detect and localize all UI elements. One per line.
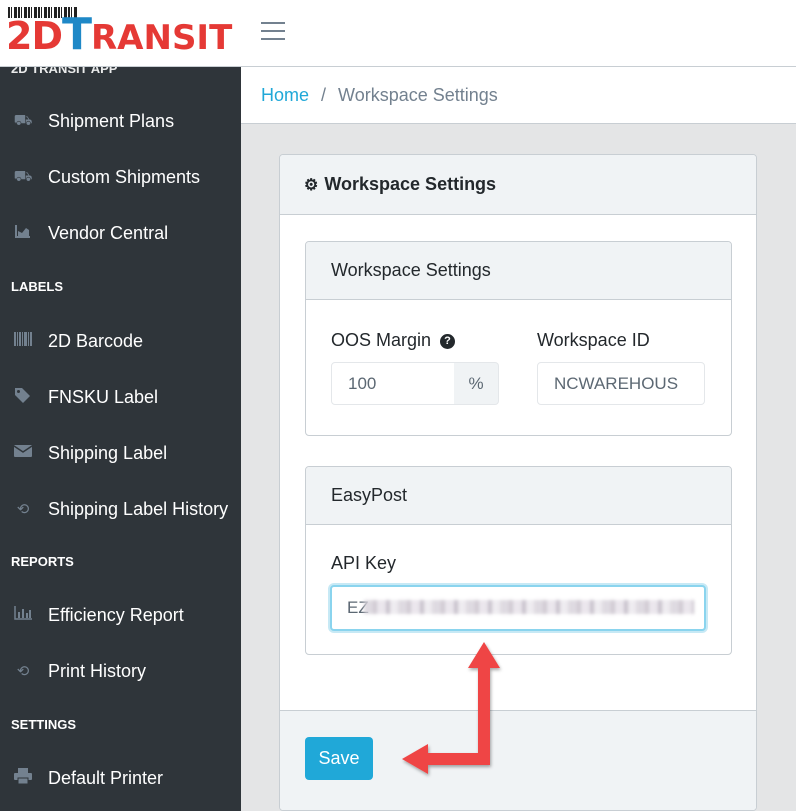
top-header: 2DTRANSIT xyxy=(0,0,796,67)
sidebar-item-efficiency-report[interactable]: Efficiency Report xyxy=(0,589,241,641)
truck-icon: ⛟ xyxy=(13,167,33,185)
sidebar-item-label: Vendor Central xyxy=(48,222,169,243)
question-circle-icon[interactable]: ? xyxy=(440,334,456,349)
card-title: Workspace Settings xyxy=(324,174,497,194)
save-button[interactable]: Save xyxy=(305,737,373,780)
print-icon xyxy=(12,768,34,788)
oos-margin-label: OOS Margin ? xyxy=(331,330,456,351)
breadcrumb: Home / Workspace Settings xyxy=(241,67,796,124)
logo-t: T xyxy=(61,9,92,60)
brand-logo[interactable]: 2DTRANSIT xyxy=(6,6,232,58)
history-icon: ⟲ xyxy=(16,501,30,518)
sidebar-item-label: 2D Barcode xyxy=(48,330,144,351)
logo-ransit: RANSIT xyxy=(91,18,233,58)
card-header: ⚙ Workspace Settings xyxy=(280,155,756,215)
oos-margin-input[interactable]: 100 xyxy=(331,362,455,405)
logo-text: 2DTRANSIT xyxy=(6,12,232,61)
breadcrumb-separator: / xyxy=(321,84,327,105)
breadcrumb-home-link[interactable]: Home xyxy=(261,85,309,106)
sidebar-app-title: 2D TRANSIT APP xyxy=(11,67,118,76)
hamburger-icon[interactable] xyxy=(261,22,285,42)
bar-chart-icon xyxy=(12,606,34,624)
gear-icon: ⚙ xyxy=(304,176,319,194)
breadcrumb-current: Workspace Settings xyxy=(338,84,498,105)
percent-addon: % xyxy=(454,362,499,405)
oos-margin-label-text: OOS Margin xyxy=(331,330,432,350)
api-key-input[interactable]: EZ xyxy=(330,585,706,631)
card-footer: Save xyxy=(280,710,756,810)
area-chart-icon xyxy=(12,224,34,242)
truck-icon: ⛟ xyxy=(13,111,33,129)
sidebar-item-label: Shipping Label History xyxy=(48,498,229,519)
sidebar-item-print-history[interactable]: ⟲ Print History xyxy=(0,645,241,697)
sidebar-item-label: Shipment Plans xyxy=(48,110,175,131)
section-title: EasyPost xyxy=(306,467,731,525)
workspace-settings-card: ⚙ Workspace Settings Workspace Settings … xyxy=(279,154,757,811)
redacted-key-mask xyxy=(364,600,694,614)
sidebar-item-label: Default Printer xyxy=(48,767,164,788)
sidebar-item-vendor-central[interactable]: Vendor Central xyxy=(0,207,241,259)
sidebar-item-shipping-label[interactable]: Shipping Label xyxy=(0,427,241,479)
easypost-section: EasyPost API Key EZ xyxy=(305,466,732,655)
workspace-id-label: Workspace ID xyxy=(537,330,650,350)
section-title: Workspace Settings xyxy=(306,242,731,300)
sidebar-item-shipment-plans[interactable]: ⛟ Shipment Plans xyxy=(0,95,241,147)
api-key-label: API Key xyxy=(331,553,397,573)
envelope-icon xyxy=(12,444,34,462)
history-icon: ⟲ xyxy=(16,663,30,680)
tags-icon xyxy=(12,387,34,407)
logo-2d: 2D xyxy=(6,14,63,58)
sidebar-item-label: FNSKU Label xyxy=(48,386,159,407)
sidebar-section-settings: SETTINGS xyxy=(11,717,77,732)
sidebar-item-default-printer[interactable]: Default Printer xyxy=(0,752,241,804)
sidebar-section-labels: LABELS xyxy=(11,279,63,294)
workspace-settings-section: Workspace Settings OOS Margin ? 100 % Wo… xyxy=(305,241,732,436)
sidebar: 2D TRANSIT APP ⛟ Shipment Plans ⛟ Custom… xyxy=(0,67,241,811)
sidebar-item-fnsku-label[interactable]: FNSKU Label xyxy=(0,371,241,423)
sidebar-section-reports: REPORTS xyxy=(11,554,74,569)
sidebar-item-label: Print History xyxy=(48,660,147,681)
sidebar-item-2d-barcode[interactable]: 2D Barcode xyxy=(0,315,241,367)
sidebar-item-label: Custom Shipments xyxy=(48,166,201,187)
workspace-id-input[interactable]: NCWAREHOUS xyxy=(537,362,705,405)
sidebar-item-shipping-label-history[interactable]: ⟲ Shipping Label History xyxy=(0,483,241,535)
barcode-icon xyxy=(12,332,34,350)
sidebar-item-label: Shipping Label xyxy=(48,442,168,463)
sidebar-item-custom-shipments[interactable]: ⛟ Custom Shipments xyxy=(0,151,241,203)
sidebar-item-label: Efficiency Report xyxy=(48,604,184,625)
